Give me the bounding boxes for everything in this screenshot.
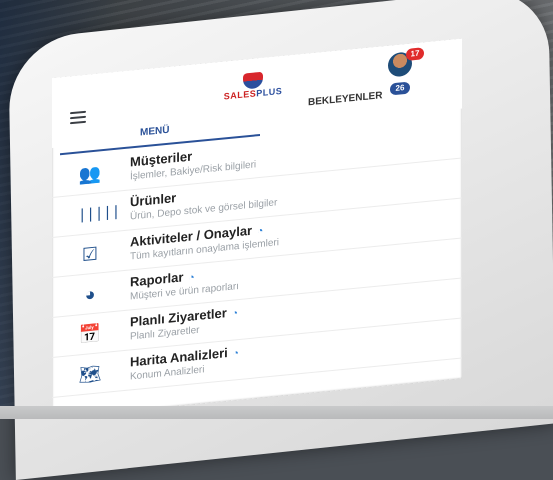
bekleyenler-count-badge: 26 [390,81,410,96]
people-icon: 👥 [78,163,102,186]
menu-item-title: Ürünler [130,190,177,210]
app-screen: SALESPLUS 17 MENÜ BEKLEYENLER 26 👥 Müşte… [52,38,462,419]
wifi-icon: ◔ [257,225,264,238]
checkbox-icon: ☑ [81,243,99,266]
wifi-icon: ◔ [188,272,195,284]
barcode-icon: ||||| [78,203,121,224]
phone: SALESPLUS 17 MENÜ BEKLEYENLER 26 👥 Müşte… [0,0,553,480]
wifi-icon: ◔ [231,308,238,320]
map-icon: 🗺 [78,363,102,386]
notification-badge: 17 [406,47,424,61]
hamburger-menu-icon[interactable] [70,110,86,125]
logo-text: SALESPLUS [223,85,283,102]
tab-bekleyenler[interactable]: BEKLEYENLER [308,90,382,108]
wifi-icon: ◔ [232,348,239,360]
calendar-icon: 📅 [78,323,102,346]
tab-menu[interactable]: MENÜ [140,125,169,139]
main-menu-list: 👥 Müşteriler İşlemler, Bakiye/Risk bilgi… [52,118,462,398]
pie-chart-icon: ◕ [84,283,96,305]
salesplus-logo: SALESPLUS [218,69,288,116]
bottom-strip [0,406,553,419]
